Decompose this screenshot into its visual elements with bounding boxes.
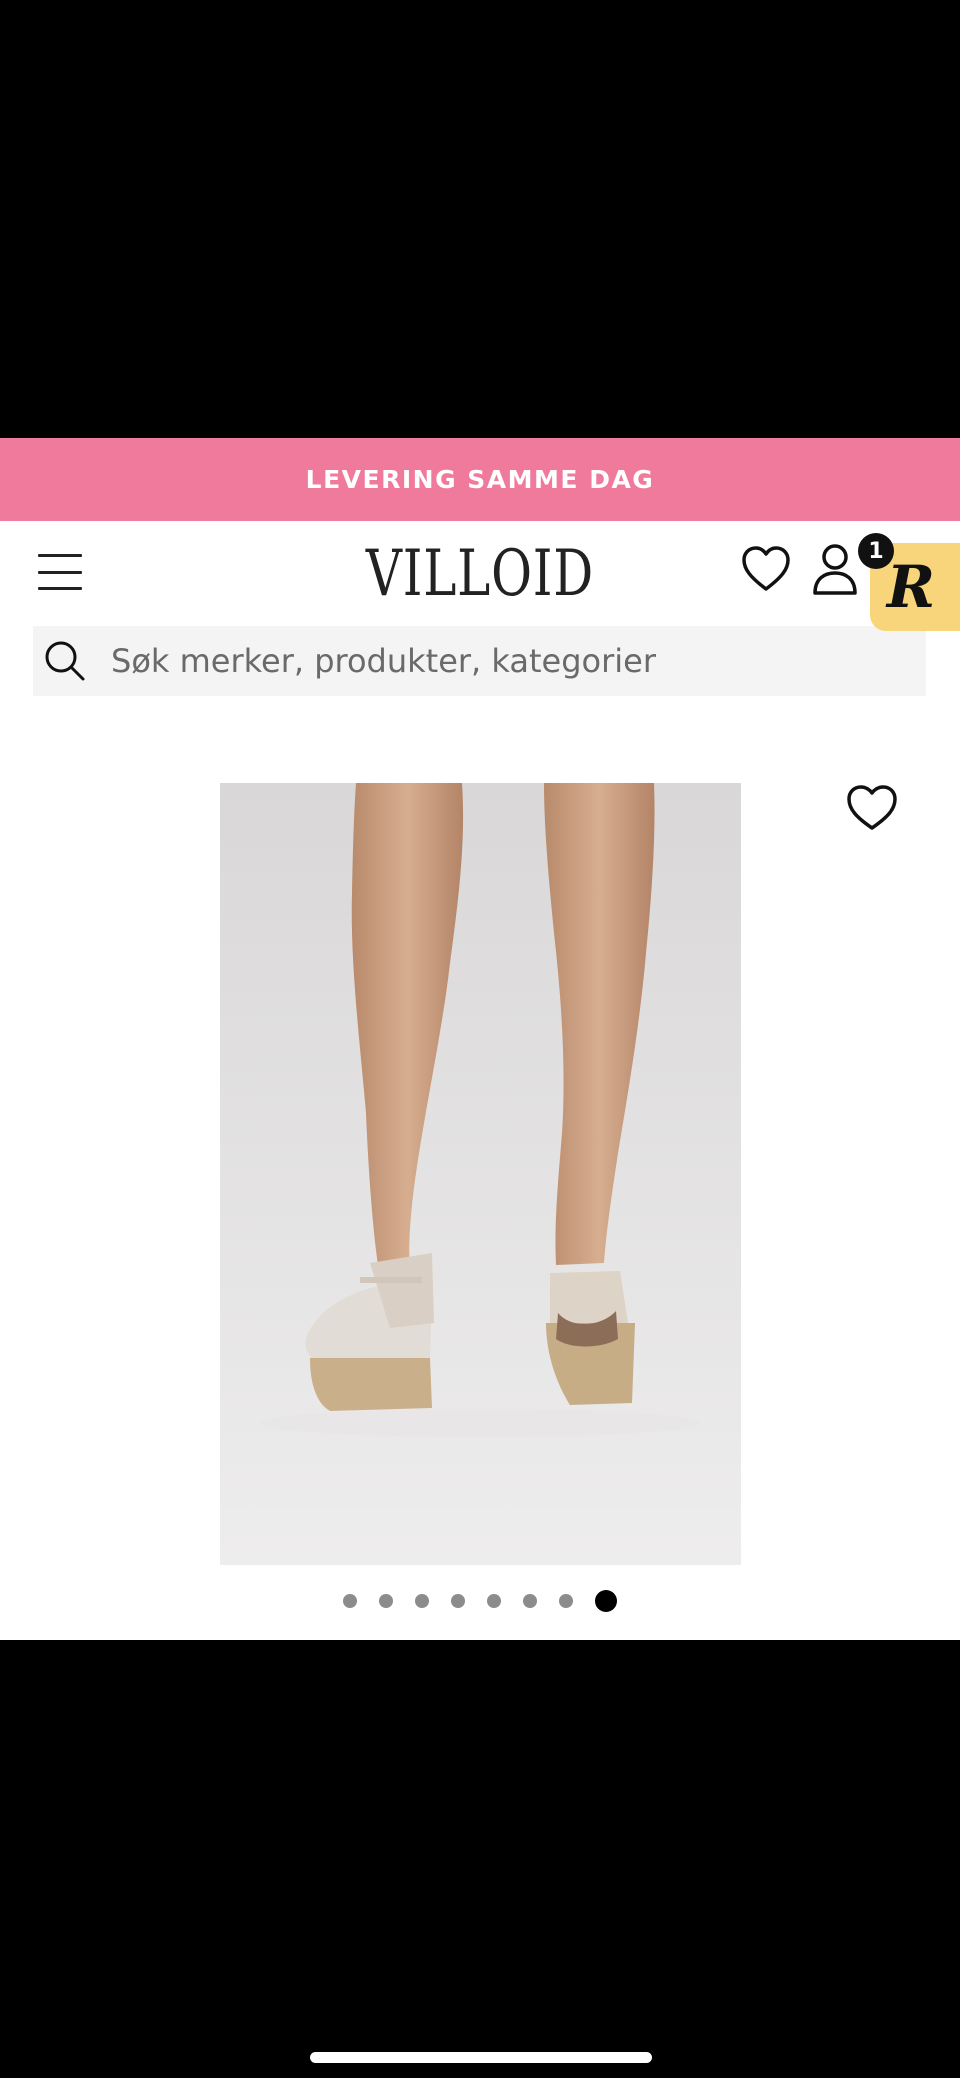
gallery-pagination	[0, 1590, 960, 1612]
pagination-dot[interactable]	[415, 1594, 429, 1608]
site-header: VILLOID 1 R	[0, 521, 960, 631]
pagination-dot-active[interactable]	[595, 1590, 617, 1612]
cart-count-badge[interactable]: 1	[858, 533, 894, 569]
wishlist-heart-icon[interactable]	[845, 783, 899, 833]
announcement-banner[interactable]: LEVERING SAMME DAG	[0, 438, 960, 521]
menu-icon[interactable]	[38, 554, 82, 590]
home-indicator[interactable]	[310, 2052, 652, 2063]
user-icon[interactable]	[810, 541, 860, 597]
search-icon	[45, 641, 85, 681]
product-page: LEVERING SAMME DAG VILLOID 1 R	[0, 438, 960, 1640]
pagination-dot[interactable]	[451, 1594, 465, 1608]
pagination-dot[interactable]	[379, 1594, 393, 1608]
r-logo-icon: R	[886, 553, 936, 621]
search-bar[interactable]	[33, 626, 926, 696]
pagination-dot[interactable]	[523, 1594, 537, 1608]
search-input[interactable]	[109, 641, 926, 681]
heart-icon[interactable]	[740, 543, 792, 595]
banner-text: LEVERING SAMME DAG	[305, 465, 655, 494]
product-image[interactable]	[220, 783, 741, 1565]
pagination-dot[interactable]	[487, 1594, 501, 1608]
pagination-dot[interactable]	[559, 1594, 573, 1608]
pagination-dot[interactable]	[343, 1594, 357, 1608]
